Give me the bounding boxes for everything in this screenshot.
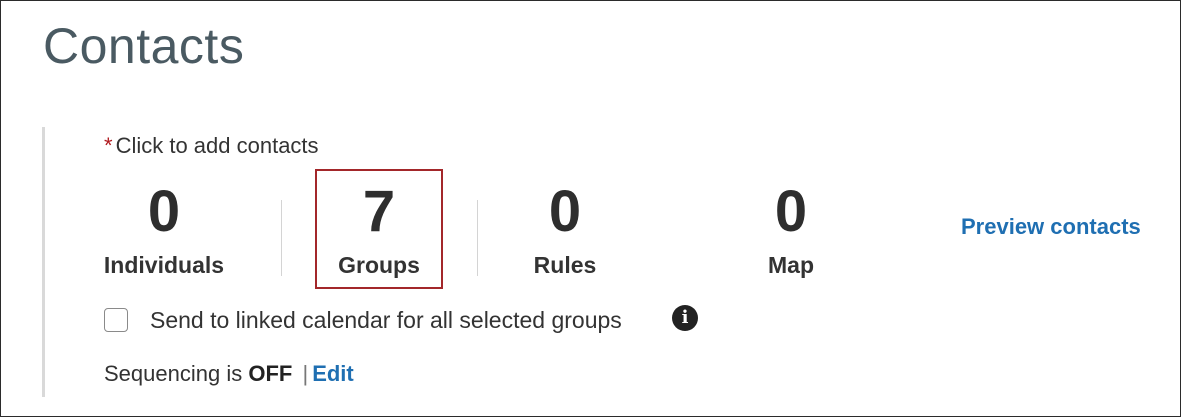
sequencing-status: Sequencing is OFF | Edit: [104, 361, 354, 387]
map-label: Map: [768, 252, 814, 278]
info-circle-icon[interactable]: i: [672, 305, 698, 331]
section-left-rule: [42, 127, 45, 397]
rules-count: 0: [548, 179, 582, 244]
sequencing-edit-link[interactable]: Edit: [312, 361, 354, 386]
individuals-label: Individuals: [103, 252, 225, 278]
linked-calendar-checkbox[interactable]: [104, 308, 128, 332]
map-count: 0: [774, 179, 808, 244]
linked-calendar-label: Send to linked calendar for all selected…: [150, 307, 622, 333]
required-marker: *: [104, 133, 113, 158]
rules-label: Rules: [533, 252, 597, 278]
individuals-count: 0: [147, 179, 181, 244]
sequencing-separator: |: [302, 361, 309, 386]
stat-divider: [281, 200, 282, 276]
map-stat[interactable]: 0 Map: [741, 181, 841, 279]
add-contacts-prompt: * Click to add contacts: [104, 133, 319, 159]
individuals-stat[interactable]: 0 Individuals: [98, 181, 230, 279]
sequencing-prefix: Sequencing is: [104, 361, 243, 386]
sequencing-state: OFF: [248, 361, 293, 386]
stat-divider: [477, 200, 478, 276]
preview-contacts-link[interactable]: Preview contacts: [961, 214, 1141, 240]
groups-highlight-box: [315, 169, 443, 289]
rules-stat[interactable]: 0 Rules: [510, 181, 620, 279]
add-contacts-prompt-text: Click to add contacts: [115, 133, 319, 158]
page-title: Contacts: [43, 18, 245, 74]
